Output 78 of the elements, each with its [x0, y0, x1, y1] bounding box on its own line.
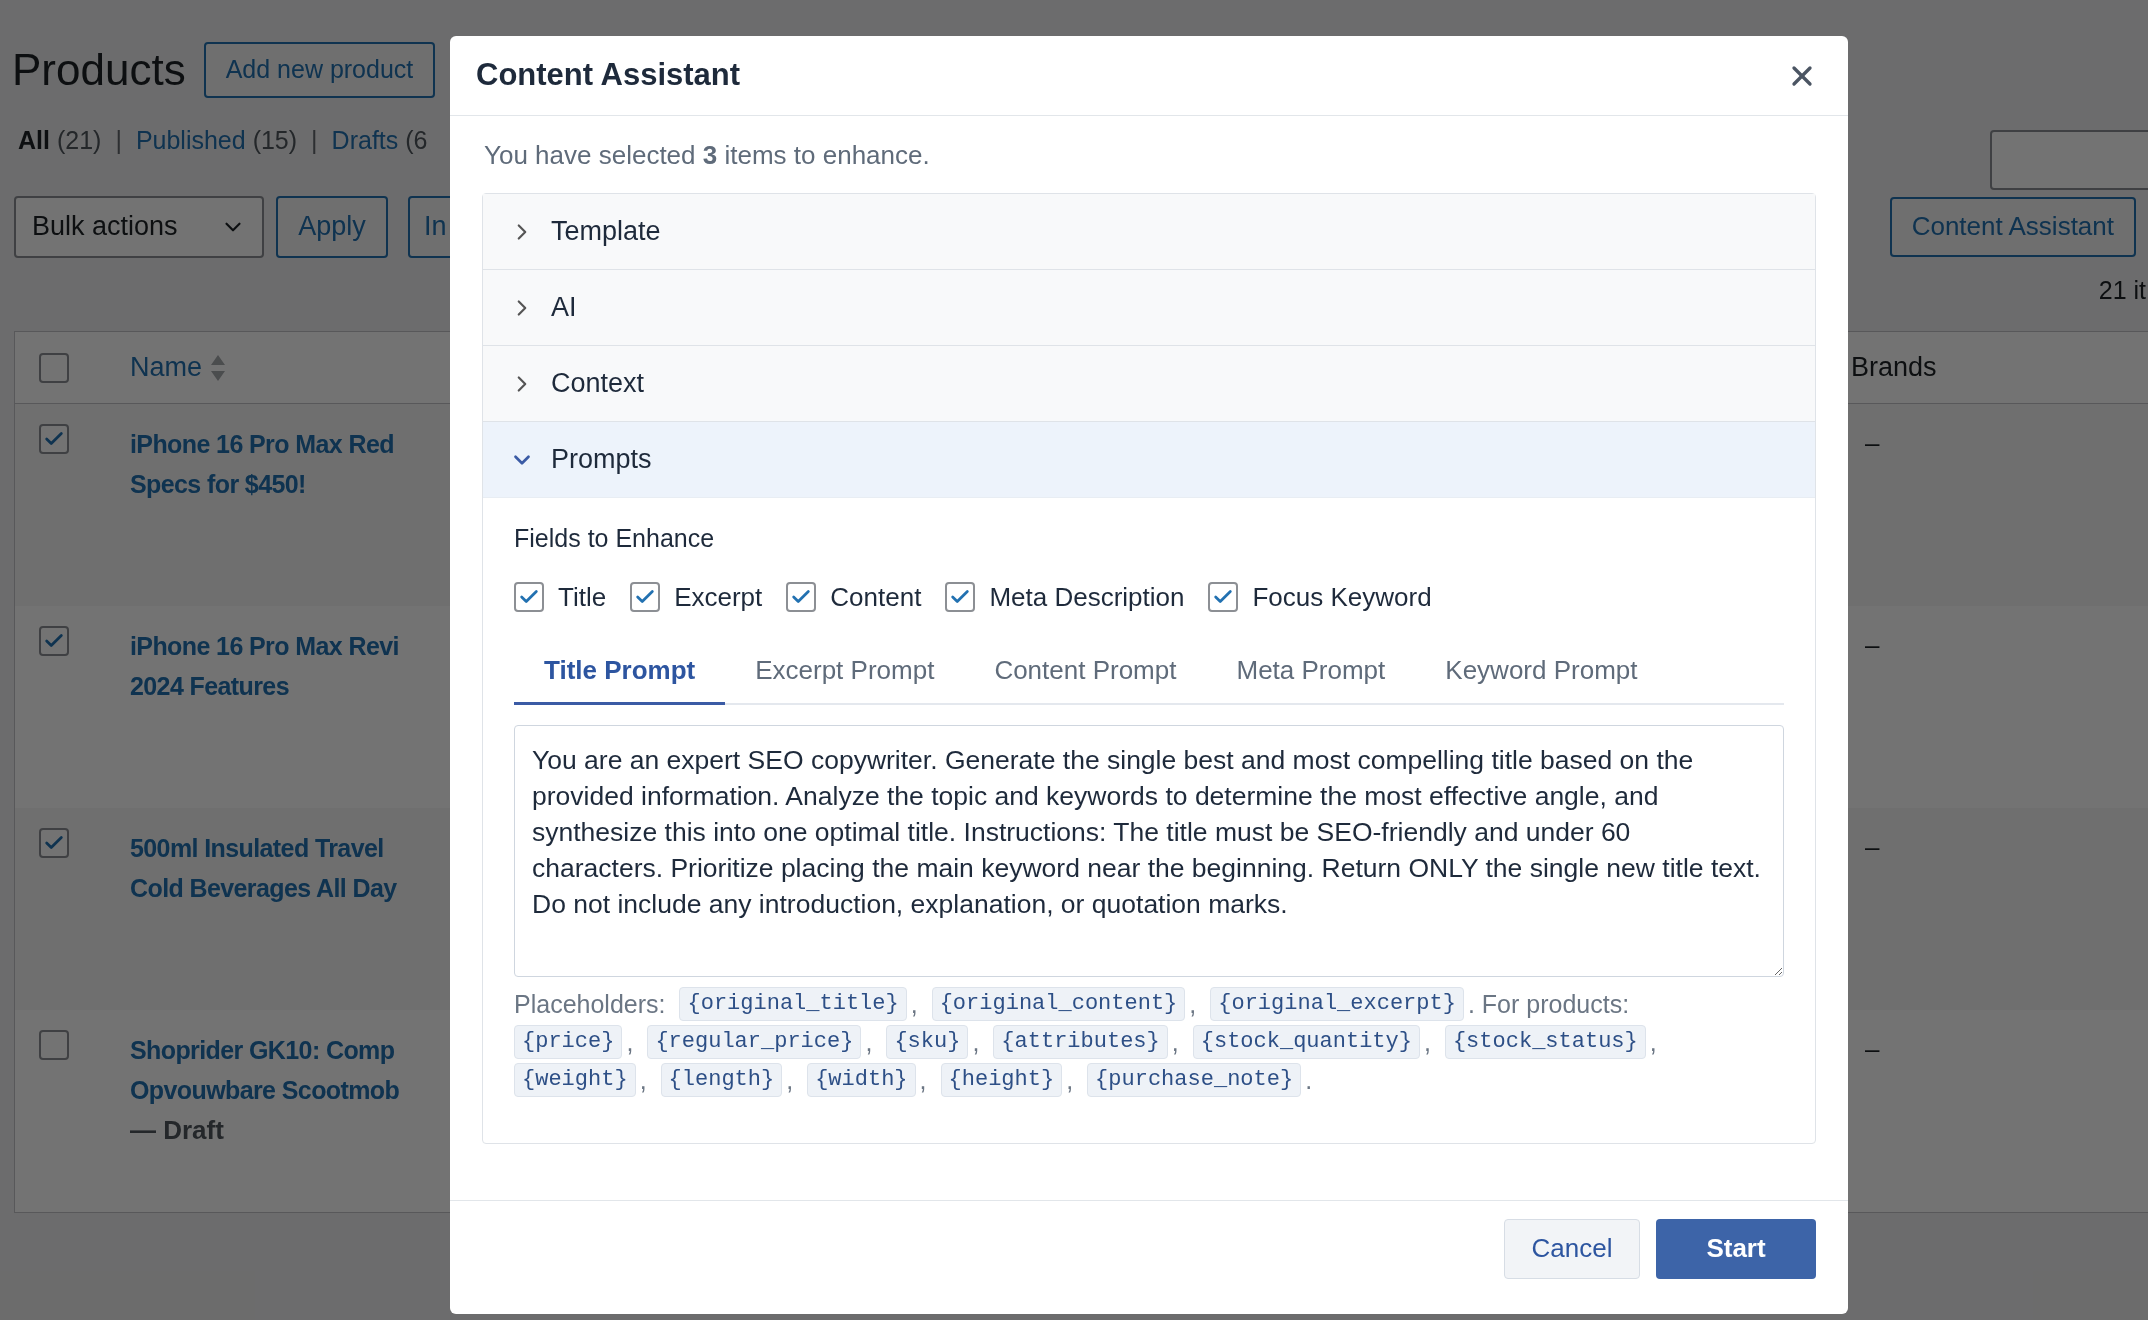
separator-text: | [115, 125, 122, 156]
placeholder-code: {sku} [886, 1024, 969, 1059]
bulk-actions-select[interactable]: Bulk actions [14, 195, 264, 258]
page-title: Products [12, 44, 186, 96]
placeholder-text: Placeholders: [514, 988, 666, 1020]
placeholder-text: , [1423, 1026, 1431, 1058]
apply-button[interactable]: Apply [276, 195, 388, 258]
checkbox-label: Meta Description [989, 580, 1185, 614]
search-field[interactable] [1990, 130, 2148, 190]
checkbox[interactable] [39, 626, 69, 656]
placeholder-text: , [1649, 1026, 1657, 1058]
dialog-title: Content Assistant [476, 56, 741, 95]
section-label: Fields to Enhance [514, 523, 716, 554]
checkbox[interactable] [39, 828, 69, 858]
placeholder-text: , [1171, 1026, 1179, 1058]
checkbox-label: Focus Keyword [1252, 580, 1432, 614]
placeholder-code: {stock_status} [1444, 1024, 1646, 1059]
checkbox-label: Content [830, 580, 922, 614]
placeholder-code: {original_content} [931, 986, 1186, 1021]
placeholder-code: {regular_price} [647, 1024, 862, 1059]
checkbox[interactable] [39, 352, 69, 383]
placeholder-text: , [972, 1026, 980, 1058]
status-text: — Draft [130, 1114, 225, 1147]
items-count: 21 it [2098, 274, 2146, 306]
brands-cell: – [1865, 832, 1880, 862]
checkbox[interactable] [945, 582, 976, 612]
add-product-button[interactable]: Add new product [203, 42, 436, 98]
placeholder-text: , [919, 1064, 927, 1096]
placeholder-code: {height} [940, 1062, 1063, 1097]
prompt-tab[interactable]: Title Prompt [514, 638, 726, 705]
placeholder-text: , [786, 1064, 794, 1096]
placeholder-code: {width} [807, 1062, 916, 1097]
accordion-header[interactable]: Prompts [483, 422, 1815, 497]
start-button[interactable]: Start [1656, 1218, 1816, 1279]
checkbox-label: Excerpt [674, 580, 763, 614]
checkbox-label: Title [558, 580, 607, 614]
placeholder-code: {price} [514, 1024, 623, 1059]
placeholder-code: {original_title} [679, 986, 907, 1021]
checkbox[interactable] [39, 1030, 69, 1060]
prompt-field[interactable]: You are an expert SEO copywriter. Generate the single best and most compelling title based on the provided information. Analyze the topic and keywords to determine the most effective angle, and synthesize this into one optimal title. Instructions: The title must be SEO-friendly and under 60 characters. Prioritize placing the main keyword near the beginning. Return ONLY the single new title text. Do not include any introduction, explanation, or quotation marks. [514, 724, 1784, 977]
selection-summary: You have selected 3 items to enhance. [483, 139, 931, 172]
placeholder-code: {stock_quantity} [1192, 1024, 1420, 1059]
filter-link[interactable]: Published (15) [135, 122, 298, 160]
checkbox[interactable] [786, 582, 817, 612]
checkbox[interactable] [1208, 582, 1239, 612]
placeholder-text: , [910, 988, 918, 1020]
brands-cell: – [1865, 428, 1880, 458]
separator-text: | [311, 125, 318, 156]
brands-cell: – [1865, 1034, 1880, 1064]
checkbox[interactable] [630, 582, 661, 612]
placeholder-text: , [1066, 1064, 1074, 1096]
placeholder-code: {original_excerpt} [1210, 986, 1464, 1021]
prompt-tab[interactable]: Meta Prompt [1206, 638, 1416, 705]
checkbox[interactable] [514, 582, 544, 612]
prompt-tab[interactable]: Content Prompt [964, 638, 1207, 705]
placeholder-text: , [1189, 988, 1197, 1020]
placeholder-text: . For products: [1467, 988, 1630, 1020]
filter-link[interactable]: Drafts (6 [331, 122, 428, 160]
column-header: Brands [1851, 352, 1937, 383]
placeholder-code: {attributes} [993, 1024, 1168, 1059]
checkbox[interactable] [39, 424, 69, 454]
prompt-tab[interactable]: Excerpt Prompt [725, 638, 965, 705]
placeholder-code: {length} [660, 1062, 783, 1097]
placeholder-code: {weight} [514, 1062, 636, 1097]
placeholder-text: , [639, 1064, 647, 1096]
content-assistant-button[interactable]: Content Assistant [1889, 196, 2136, 257]
accordion-header[interactable]: AI [483, 270, 1815, 345]
prompt-tab[interactable]: Keyword Prompt [1415, 638, 1668, 705]
accordion-header[interactable]: Context [483, 346, 1815, 421]
column-header[interactable]: Name [130, 347, 203, 388]
placeholder-code: {purchase_note} [1087, 1062, 1302, 1097]
filter-link[interactable]: All (21) [18, 122, 102, 160]
brands-cell: – [1865, 630, 1880, 660]
placeholder-text: , [865, 1026, 873, 1058]
placeholder-text: . [1305, 1064, 1313, 1096]
accordion-header[interactable]: Template [483, 194, 1815, 269]
placeholder-text: , [626, 1026, 634, 1058]
cancel-button[interactable]: Cancel [1504, 1218, 1640, 1279]
